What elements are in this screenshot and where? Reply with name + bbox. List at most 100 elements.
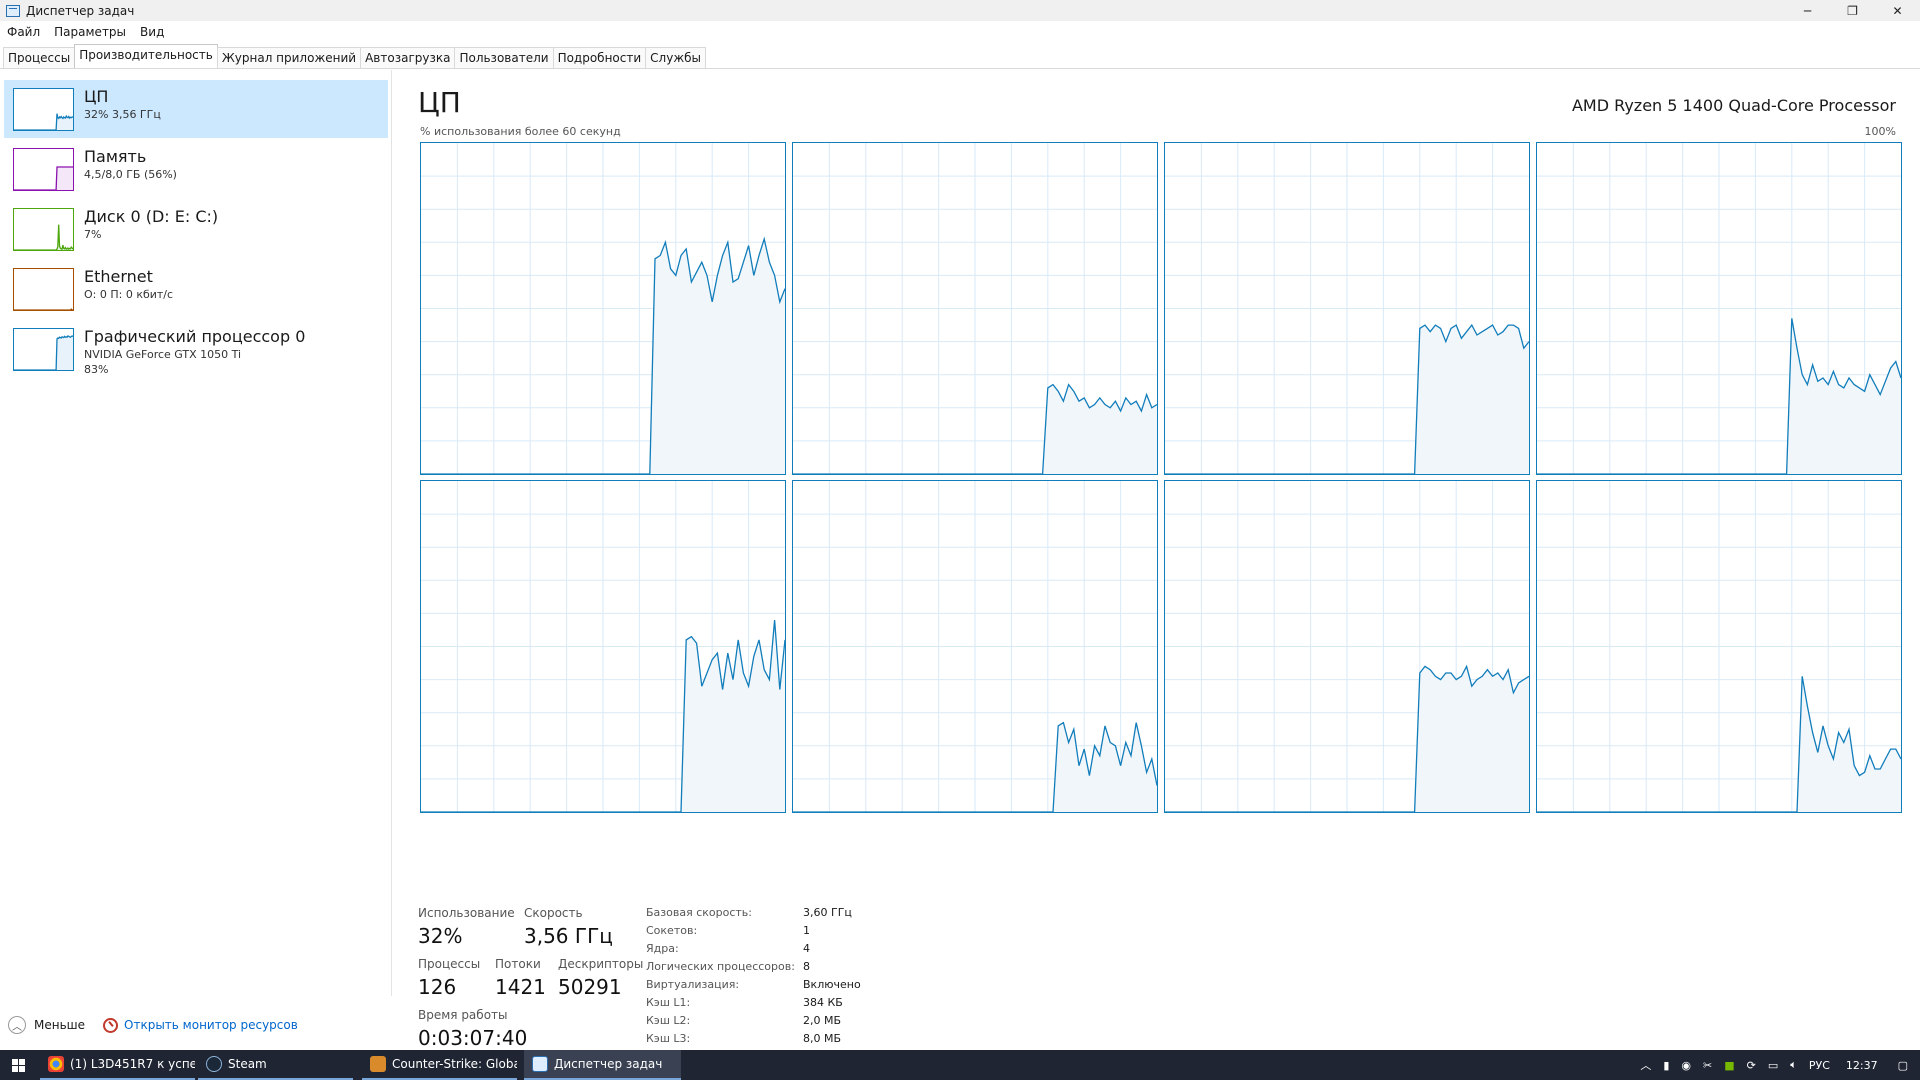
core-chart-svg [421, 481, 785, 812]
core-chart-svg [1165, 481, 1529, 812]
processes-label: Процессы [418, 957, 481, 971]
start-button[interactable] [0, 1050, 36, 1080]
taskbar-label: Steam [228, 1057, 267, 1071]
processes-value: 126 [418, 975, 457, 999]
tab-performance[interactable]: Производительность [74, 44, 218, 68]
tab-details[interactable]: Подробности [552, 47, 647, 68]
gpu-thumbnail-graph [13, 328, 74, 371]
menu-options[interactable]: Параметры [47, 25, 133, 39]
handles-label: Дескрипторы [558, 957, 644, 971]
sidebar-item-label: Диск 0 (D: E: C:) [84, 207, 219, 226]
thumbnail-chart-svg [14, 335, 73, 370]
clock[interactable]: 12:37 [1846, 1059, 1878, 1072]
logical-processor-graph-3 [1536, 142, 1902, 475]
nvidia-icon[interactable]: ■ [1724, 1059, 1734, 1072]
sidebar-item-disk[interactable]: Диск 0 (D: E: C:) 7% [4, 200, 388, 258]
taskbar-chrome[interactable]: (1) L3D451R7 к успех... [40, 1050, 195, 1080]
fewer-details-button[interactable]: Меньше [34, 1018, 85, 1032]
sidebar-item-ethernet[interactable]: Ethernet О: 0 П: 0 кбит/с [4, 260, 388, 318]
usage-area [14, 167, 73, 190]
tab-bar: Процессы Производительность Журнал прило… [0, 44, 1920, 69]
logical-processor-graphs [420, 142, 1902, 884]
handles-value: 50291 [558, 975, 622, 999]
chrome-icon [48, 1056, 64, 1072]
volume-icon[interactable]: 🔈︎ [1790, 1058, 1797, 1072]
thumbnail-chart-svg [14, 308, 73, 310]
language-indicator[interactable]: РУС [1809, 1059, 1830, 1072]
logical-processor-graph-1 [792, 142, 1158, 475]
network-icon[interactable]: ▭ [1768, 1059, 1778, 1072]
graph-max-label: 100% [1864, 125, 1896, 138]
sidebar-item-detail: 32% 3,56 ГГц [84, 108, 161, 121]
steam-icon [206, 1056, 222, 1072]
detail-value: 3,60 ГГц [803, 906, 852, 919]
taskbar-label: (1) L3D451R7 к успех... [70, 1057, 195, 1071]
taskbar-label: Counter-Strike: Globa... [392, 1057, 517, 1071]
core-chart-svg [793, 143, 1157, 474]
sidebar-item-gpu[interactable]: Графический процессор 0 NVIDIA GeForce GT… [4, 320, 388, 386]
page-title: ЦП [418, 86, 461, 119]
detail-value: Включено [803, 978, 861, 991]
taskbar-csgo[interactable]: Counter-Strike: Globa... [362, 1050, 517, 1080]
tab-services[interactable]: Службы [645, 47, 707, 68]
detail-key: Кэш L1: [646, 996, 691, 1009]
menu-file[interactable]: Файл [0, 25, 47, 39]
updates-icon[interactable]: ⟳ [1747, 1059, 1756, 1072]
restore-button[interactable]: ❐ [1830, 0, 1875, 21]
usage-line [14, 308, 73, 310]
cpu-model: AMD Ryzen 5 1400 Quad-Core Processor [1571, 96, 1896, 115]
taskbar-task-manager[interactable]: Диспетчер задач [524, 1050, 681, 1080]
detail-value: 1 [803, 924, 810, 937]
tab-processes[interactable]: Процессы [3, 47, 76, 68]
footer-bar: ︿ Меньше Открыть монитор ресурсов [0, 1010, 1920, 1040]
sidebar-item-label: Память [84, 147, 147, 166]
task-manager-icon [532, 1056, 548, 1072]
steam-tray-icon[interactable]: ◉ [1681, 1059, 1691, 1072]
detail-key: Виртуализация: [646, 978, 740, 991]
tool-icon[interactable]: ✂ [1703, 1059, 1712, 1072]
sidebar-item-label: Ethernet [84, 267, 153, 286]
thumbnail-chart-svg [14, 113, 73, 130]
battery-icon[interactable]: ▮ [1663, 1059, 1669, 1072]
cpu-thumbnail-graph [13, 88, 74, 131]
menu-bar: Файл Параметры Вид [0, 21, 1920, 43]
sidebar-item-memory[interactable]: Память 4,5/8,0 ГБ (56%) [4, 140, 388, 198]
usage-area [14, 113, 73, 130]
core-chart-svg [793, 481, 1157, 812]
tab-users[interactable]: Пользователи [454, 47, 554, 68]
menu-view[interactable]: Вид [133, 25, 171, 39]
notifications-icon[interactable]: ▢ [1898, 1059, 1908, 1072]
show-hidden-icons-icon[interactable]: ︿ [1640, 1057, 1651, 1073]
detail-key: Ядра: [646, 942, 679, 955]
core-chart-svg [1537, 481, 1901, 812]
detail-key: Базовая скорость: [646, 906, 752, 919]
logical-processor-graph-5 [792, 480, 1158, 813]
sidebar-item-label: ЦП [84, 87, 109, 106]
open-resource-monitor-link[interactable]: Открыть монитор ресурсов [124, 1018, 298, 1032]
tab-app-history[interactable]: Журнал приложений [216, 47, 362, 68]
logical-processor-graph-4 [420, 480, 786, 813]
taskbar-label: Диспетчер задач [554, 1057, 663, 1071]
usage-value: 32% [418, 924, 463, 948]
thumbnail-chart-svg [14, 224, 73, 250]
threads-label: Потоки [495, 957, 541, 971]
close-button[interactable]: ✕ [1875, 0, 1920, 21]
detail-key: Сокетов: [646, 924, 698, 937]
ethernet-thumbnail-graph [13, 268, 74, 311]
usage-line [14, 224, 73, 250]
windows-logo-icon [11, 1058, 25, 1072]
window-title: Диспетчер задач [26, 3, 135, 18]
sidebar-item-cpu[interactable]: ЦП 32% 3,56 ГГц [4, 80, 388, 138]
system-tray: ︿ ▮ ◉ ✂ ■ ⟳ ▭ 🔈︎ РУС 12:37 ▢ [1634, 1050, 1920, 1080]
graph-caption: % использования более 60 секунд [420, 125, 621, 138]
logical-processor-graph-6 [1164, 480, 1530, 813]
sidebar-item-detail-2: 83% [84, 363, 109, 376]
minimize-button[interactable]: ─ [1785, 0, 1830, 21]
tab-startup[interactable]: Автозагрузка [360, 47, 456, 68]
taskbar-steam[interactable]: Steam [198, 1050, 353, 1080]
detail-value: 8 [803, 960, 810, 973]
sidebar-item-detail: NVIDIA GeForce GTX 1050 Ti [84, 348, 242, 361]
csgo-icon [370, 1056, 386, 1072]
chevron-up-icon[interactable]: ︿ [8, 1016, 26, 1034]
speed-value: 3,56 ГГц [524, 924, 613, 948]
